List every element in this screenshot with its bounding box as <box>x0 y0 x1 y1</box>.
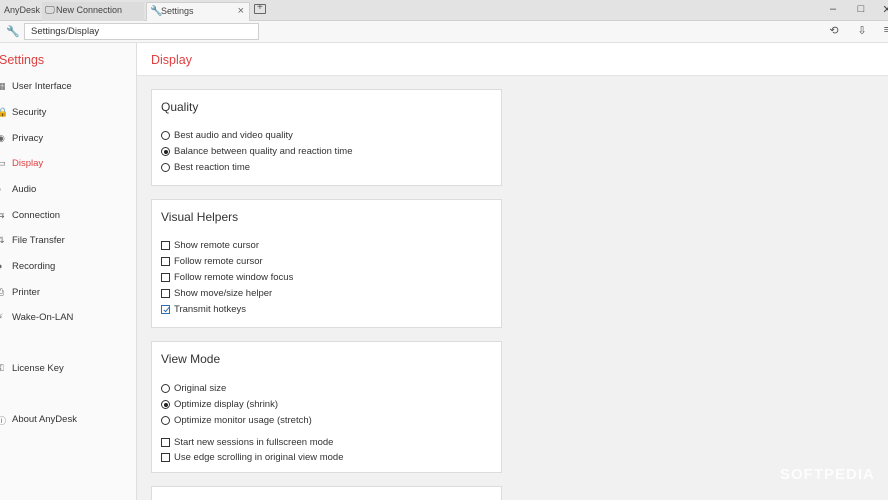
sidebar-item-label: User Interface <box>12 81 72 92</box>
privacy-icon: ◉ <box>0 133 5 143</box>
checkbox[interactable] <box>161 438 170 447</box>
radio-button[interactable] <box>161 131 170 140</box>
view-mode-card: View Mode Original size Optimize display… <box>151 341 502 473</box>
option-label: Follow remote cursor <box>174 256 263 267</box>
sidebar-title: Settings <box>0 53 45 67</box>
user-interface-icon: ▦ <box>0 81 6 91</box>
address-input[interactable]: Settings/Display <box>24 23 259 40</box>
sidebar-item-label: Connection <box>12 210 61 221</box>
section-heading: Quality <box>161 100 199 114</box>
sidebar-item-label: Security <box>12 107 47 118</box>
file-transfer-icon: ⇅ <box>0 235 5 245</box>
info-icon: ⓘ <box>0 416 7 426</box>
option-label: Start new sessions in fullscreen mode <box>174 437 334 448</box>
connection-icon: ⇆ <box>0 210 5 220</box>
checkbox[interactable] <box>161 453 170 462</box>
visual-helpers-card: Visual Helpers Show remote cursor Follow… <box>151 199 502 328</box>
checkbox[interactable] <box>161 305 170 314</box>
close-button[interactable]: ✕ <box>878 3 888 17</box>
sidebar-item-file-transfer[interactable]: ⇅ File Transfer <box>0 234 136 252</box>
option-label: Follow remote window focus <box>174 272 294 283</box>
sidebar-item-label: Audio <box>12 184 37 195</box>
download-icon[interactable]: ⇩ <box>855 24 869 39</box>
tab-label: Settings <box>161 6 194 16</box>
sidebar-item-label: Privacy <box>12 133 44 144</box>
settings-sidebar: Settings ▦ User Interface 🔒 Security ◉ Priv… <box>0 43 137 500</box>
option-label: Optimize display (shrink) <box>174 399 278 410</box>
page-title: Display <box>151 53 192 67</box>
sidebar-item-license-key[interactable]: ⚿ License Key <box>0 362 136 380</box>
address-bar: 🔧 Settings/Display ⟲ ⇩ ≡ <box>0 21 888 43</box>
option-label: Show remote cursor <box>174 240 260 251</box>
checkbox[interactable] <box>161 273 170 282</box>
title-bar: AnyDesk 🖵 New Connection 🔧 Settings × – … <box>0 0 888 21</box>
app-brand: AnyDesk <box>4 5 41 15</box>
tab-label: New Connection <box>56 5 123 15</box>
sidebar-item-label: Display <box>12 158 44 169</box>
checkbox[interactable] <box>161 289 170 298</box>
main-header: Display <box>137 43 888 76</box>
watermark: SOFTPEDIA <box>780 466 875 483</box>
option-label: Original size <box>174 383 227 394</box>
option-label: Transmit hotkeys <box>174 304 246 315</box>
sidebar-item-label: License Key <box>12 363 64 374</box>
tab-settings[interactable]: 🔧 Settings × <box>146 2 250 21</box>
monitor-icon: 🖵 <box>45 5 55 16</box>
sidebar-item-label: Recording <box>12 261 56 272</box>
sidebar-item-security[interactable]: 🔒 Security <box>0 106 136 124</box>
sidebar-item-label: Wake-On-LAN <box>12 312 74 323</box>
option-label: Optimize monitor usage (stretch) <box>174 415 312 426</box>
audio-icon: ♪ <box>0 184 2 194</box>
sidebar-item-label: File Transfer <box>12 235 65 246</box>
maximize-button[interactable]: □ <box>852 3 870 17</box>
sidebar-item-about[interactable]: ⓘ About AnyDesk <box>0 413 136 431</box>
wrench-icon: 🔧 <box>150 6 163 17</box>
radio-button[interactable] <box>161 384 170 393</box>
wrench-icon: 🔧 <box>6 26 20 38</box>
option-label: Use edge scrolling in original view mode <box>174 452 344 463</box>
wake-on-lan-icon: ⚡ <box>0 312 4 322</box>
sidebar-item-display[interactable]: ▭ Display <box>0 157 136 175</box>
sidebar-item-recording[interactable]: ● Recording <box>0 260 136 278</box>
sidebar-item-privacy[interactable]: ◉ Privacy <box>0 132 136 150</box>
section-heading: View Mode <box>161 352 221 366</box>
tab-new-connection[interactable]: 🖵 New Connection <box>42 2 144 21</box>
option-label: Balance between quality and reaction tim… <box>174 146 353 157</box>
option-label: Best reaction time <box>174 162 251 173</box>
close-tab-icon[interactable]: × <box>238 5 244 17</box>
checkbox[interactable] <box>161 257 170 266</box>
menu-icon[interactable]: ≡ <box>880 24 888 39</box>
section-heading: Visual Helpers <box>161 210 239 224</box>
recording-icon: ● <box>0 261 2 271</box>
option-label: Show move/size helper <box>174 288 273 299</box>
option-label: Best audio and video quality <box>174 130 293 141</box>
sidebar-item-wake-on-lan[interactable]: ⚡ Wake-On-LAN <box>0 311 136 329</box>
lock-icon: 🔒 <box>0 107 9 117</box>
sidebar-item-audio[interactable]: ♪ Audio <box>0 183 136 201</box>
sidebar-item-connection[interactable]: ⇆ Connection <box>0 209 136 227</box>
radio-button[interactable] <box>161 416 170 425</box>
radio-button[interactable] <box>161 163 170 172</box>
minimize-button[interactable]: – <box>824 3 842 17</box>
sidebar-item-label: About AnyDesk <box>12 414 77 425</box>
next-section-card <box>151 486 502 500</box>
display-icon: ▭ <box>0 158 6 168</box>
checkbox[interactable] <box>161 241 170 250</box>
quality-card: Quality Best audio and video quality Bal… <box>151 89 502 186</box>
printer-icon: ⎙ <box>0 287 5 297</box>
radio-button[interactable] <box>161 147 170 156</box>
key-icon: ⚿ <box>0 363 4 373</box>
sidebar-item-user-interface[interactable]: ▦ User Interface <box>0 80 136 98</box>
radio-button[interactable] <box>161 400 170 409</box>
new-tab-button[interactable] <box>254 2 266 14</box>
sidebar-item-printer[interactable]: ⎙ Printer <box>0 286 136 304</box>
sidebar-item-label: Printer <box>12 287 40 298</box>
history-icon[interactable]: ⟲ <box>827 24 841 39</box>
